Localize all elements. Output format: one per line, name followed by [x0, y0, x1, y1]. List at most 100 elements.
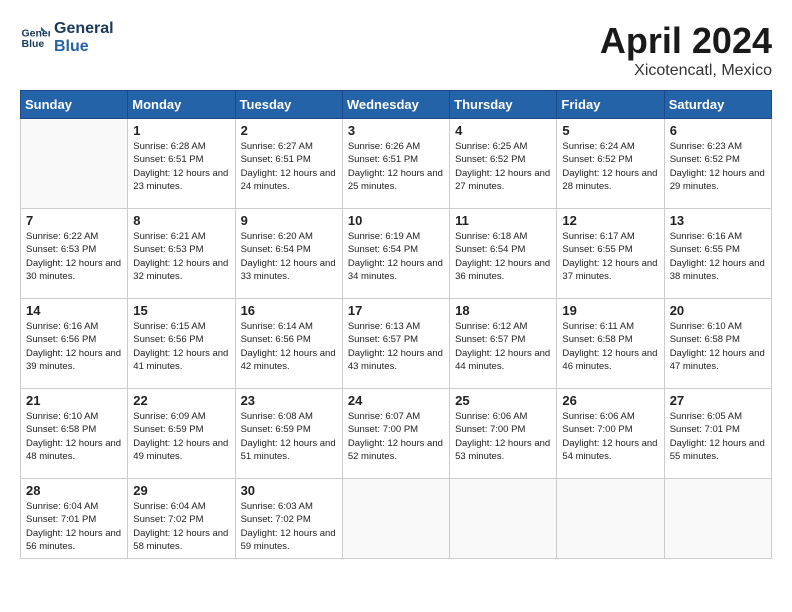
day-info: Sunrise: 6:16 AM Sunset: 6:56 PM Dayligh…	[26, 320, 122, 373]
day-number: 17	[348, 303, 444, 318]
day-number: 19	[562, 303, 658, 318]
day-info: Sunrise: 6:08 AM Sunset: 6:59 PM Dayligh…	[241, 410, 337, 463]
month-title: April 2024	[600, 20, 772, 62]
day-number: 30	[241, 483, 337, 498]
calendar-cell	[342, 479, 449, 559]
day-number: 29	[133, 483, 229, 498]
day-number: 23	[241, 393, 337, 408]
logo-line2: Blue	[54, 38, 89, 56]
calendar-cell: 30 Sunrise: 6:03 AM Sunset: 7:02 PM Dayli…	[235, 479, 342, 559]
calendar-cell: 21 Sunrise: 6:10 AM Sunset: 6:58 PM Dayli…	[21, 389, 128, 479]
day-number: 8	[133, 213, 229, 228]
calendar-cell: 1 Sunrise: 6:28 AM Sunset: 6:51 PM Daylig…	[128, 119, 235, 209]
day-number: 6	[670, 123, 766, 138]
day-number: 5	[562, 123, 658, 138]
day-info: Sunrise: 6:17 AM Sunset: 6:55 PM Dayligh…	[562, 230, 658, 283]
calendar-cell: 6 Sunrise: 6:23 AM Sunset: 6:52 PM Daylig…	[664, 119, 771, 209]
day-number: 13	[670, 213, 766, 228]
day-number: 27	[670, 393, 766, 408]
day-number: 2	[241, 123, 337, 138]
calendar-cell: 19 Sunrise: 6:11 AM Sunset: 6:58 PM Dayli…	[557, 299, 664, 389]
calendar-cell: 27 Sunrise: 6:05 AM Sunset: 7:01 PM Dayli…	[664, 389, 771, 479]
logo: General Blue General Blue	[20, 20, 114, 55]
day-number: 15	[133, 303, 229, 318]
calendar-cell: 13Sunrise: 6:16 AM Sunset: 6:55 PM Dayli…	[664, 209, 771, 299]
page-header: General Blue General Blue April 2024 Xic…	[20, 20, 772, 80]
week-row: 28 Sunrise: 6:04 AM Sunset: 7:01 PM Dayli…	[21, 479, 772, 559]
logo-icon: General Blue	[20, 23, 50, 53]
svg-text:Blue: Blue	[22, 38, 45, 50]
day-number: 4	[455, 123, 551, 138]
day-info: Sunrise: 6:19 AM Sunset: 6:54 PM Dayligh…	[348, 230, 444, 283]
day-info: Sunrise: 6:20 AM Sunset: 6:54 PM Dayligh…	[241, 230, 337, 283]
title-block: April 2024 Xicotencatl, Mexico	[600, 20, 772, 80]
location: Xicotencatl, Mexico	[600, 62, 772, 80]
day-info: Sunrise: 6:23 AM Sunset: 6:52 PM Dayligh…	[670, 140, 766, 193]
day-number: 18	[455, 303, 551, 318]
day-number: 9	[241, 213, 337, 228]
calendar-cell: 14 Sunrise: 6:16 AM Sunset: 6:56 PM Dayli…	[21, 299, 128, 389]
calendar-cell	[450, 479, 557, 559]
day-info: Sunrise: 6:04 AM Sunset: 7:01 PM Dayligh…	[26, 500, 122, 553]
calendar-cell: 16 Sunrise: 6:14 AM Sunset: 6:56 PM Dayli…	[235, 299, 342, 389]
weekday-header: Saturday	[664, 91, 771, 119]
day-number: 3	[348, 123, 444, 138]
day-number: 14	[26, 303, 122, 318]
weekday-header: Sunday	[21, 91, 128, 119]
calendar-table: SundayMondayTuesdayWednesdayThursdayFrid…	[20, 90, 772, 559]
calendar-cell	[557, 479, 664, 559]
day-info: Sunrise: 6:06 AM Sunset: 7:00 PM Dayligh…	[455, 410, 551, 463]
calendar-cell	[664, 479, 771, 559]
day-info: Sunrise: 6:25 AM Sunset: 6:52 PM Dayligh…	[455, 140, 551, 193]
day-info: Sunrise: 6:11 AM Sunset: 6:58 PM Dayligh…	[562, 320, 658, 373]
day-number: 24	[348, 393, 444, 408]
day-info: Sunrise: 6:24 AM Sunset: 6:52 PM Dayligh…	[562, 140, 658, 193]
calendar-cell: 17Sunrise: 6:13 AM Sunset: 6:57 PM Dayli…	[342, 299, 449, 389]
day-info: Sunrise: 6:04 AM Sunset: 7:02 PM Dayligh…	[133, 500, 229, 553]
calendar-cell: 7 Sunrise: 6:22 AM Sunset: 6:53 PM Daylig…	[21, 209, 128, 299]
week-row: 1 Sunrise: 6:28 AM Sunset: 6:51 PM Daylig…	[21, 119, 772, 209]
week-row: 7 Sunrise: 6:22 AM Sunset: 6:53 PM Daylig…	[21, 209, 772, 299]
calendar-cell: 12Sunrise: 6:17 AM Sunset: 6:55 PM Dayli…	[557, 209, 664, 299]
day-info: Sunrise: 6:12 AM Sunset: 6:57 PM Dayligh…	[455, 320, 551, 373]
calendar-cell	[21, 119, 128, 209]
weekday-header: Thursday	[450, 91, 557, 119]
day-info: Sunrise: 6:10 AM Sunset: 6:58 PM Dayligh…	[670, 320, 766, 373]
day-number: 28	[26, 483, 122, 498]
day-info: Sunrise: 6:09 AM Sunset: 6:59 PM Dayligh…	[133, 410, 229, 463]
calendar-cell: 24Sunrise: 6:07 AM Sunset: 7:00 PM Dayli…	[342, 389, 449, 479]
calendar-cell: 23 Sunrise: 6:08 AM Sunset: 6:59 PM Dayli…	[235, 389, 342, 479]
day-info: Sunrise: 6:21 AM Sunset: 6:53 PM Dayligh…	[133, 230, 229, 283]
day-number: 7	[26, 213, 122, 228]
calendar-cell: 25 Sunrise: 6:06 AM Sunset: 7:00 PM Dayli…	[450, 389, 557, 479]
calendar-cell: 9 Sunrise: 6:20 AM Sunset: 6:54 PM Daylig…	[235, 209, 342, 299]
day-info: Sunrise: 6:05 AM Sunset: 7:01 PM Dayligh…	[670, 410, 766, 463]
weekday-header: Friday	[557, 91, 664, 119]
day-info: Sunrise: 6:14 AM Sunset: 6:56 PM Dayligh…	[241, 320, 337, 373]
calendar-cell: 26 Sunrise: 6:06 AM Sunset: 7:00 PM Dayli…	[557, 389, 664, 479]
day-info: Sunrise: 6:10 AM Sunset: 6:58 PM Dayligh…	[26, 410, 122, 463]
day-number: 25	[455, 393, 551, 408]
day-info: Sunrise: 6:22 AM Sunset: 6:53 PM Dayligh…	[26, 230, 122, 283]
day-number: 21	[26, 393, 122, 408]
weekday-header: Monday	[128, 91, 235, 119]
day-info: Sunrise: 6:03 AM Sunset: 7:02 PM Dayligh…	[241, 500, 337, 553]
calendar-cell: 15 Sunrise: 6:15 AM Sunset: 6:56 PM Dayli…	[128, 299, 235, 389]
calendar-cell: 2Sunrise: 6:27 AM Sunset: 6:51 PM Daylig…	[235, 119, 342, 209]
day-number: 10	[348, 213, 444, 228]
day-info: Sunrise: 6:06 AM Sunset: 7:00 PM Dayligh…	[562, 410, 658, 463]
day-info: Sunrise: 6:26 AM Sunset: 6:51 PM Dayligh…	[348, 140, 444, 193]
calendar-cell: 10 Sunrise: 6:19 AM Sunset: 6:54 PM Dayli…	[342, 209, 449, 299]
day-number: 1	[133, 123, 229, 138]
calendar-cell: 3 Sunrise: 6:26 AM Sunset: 6:51 PM Daylig…	[342, 119, 449, 209]
day-info: Sunrise: 6:28 AM Sunset: 6:51 PM Dayligh…	[133, 140, 229, 193]
week-row: 21 Sunrise: 6:10 AM Sunset: 6:58 PM Dayli…	[21, 389, 772, 479]
logo-line1: General	[54, 20, 114, 38]
calendar-cell: 18 Sunrise: 6:12 AM Sunset: 6:57 PM Dayli…	[450, 299, 557, 389]
day-number: 11	[455, 213, 551, 228]
day-number: 16	[241, 303, 337, 318]
day-info: Sunrise: 6:15 AM Sunset: 6:56 PM Dayligh…	[133, 320, 229, 373]
calendar-cell: 8 Sunrise: 6:21 AM Sunset: 6:53 PM Daylig…	[128, 209, 235, 299]
calendar-cell: 11Sunrise: 6:18 AM Sunset: 6:54 PM Dayli…	[450, 209, 557, 299]
day-number: 26	[562, 393, 658, 408]
